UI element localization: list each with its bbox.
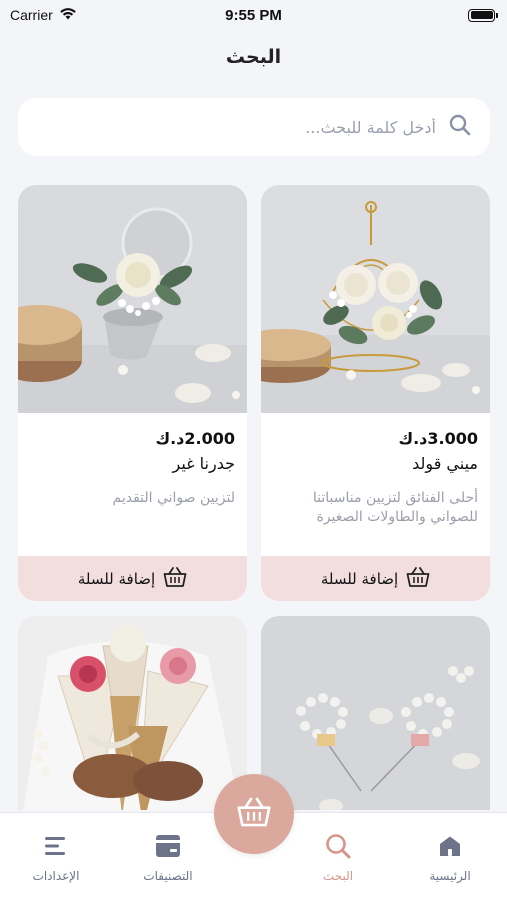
battery-icon bbox=[468, 8, 498, 22]
search-icon[interactable] bbox=[448, 113, 472, 141]
carrier-label: Carrier bbox=[10, 7, 53, 23]
tab-categories-label: التصنيفات bbox=[143, 869, 193, 883]
product-card[interactable] bbox=[18, 616, 247, 810]
product-price: 3.000د.ك bbox=[398, 429, 478, 448]
add-to-cart-label: إضافة للسلة bbox=[320, 569, 399, 588]
product-name: جدرنا غير bbox=[172, 454, 235, 473]
page-title: البحث bbox=[225, 46, 282, 68]
product-card[interactable]: 2.000د.ك جدرنا غير لتزيين صواني التقديم … bbox=[18, 185, 247, 601]
tab-search-label: البحث bbox=[322, 869, 354, 883]
settings-icon bbox=[6, 831, 106, 861]
product-info: 3.000د.ك ميني قولد أحلى الفنائق لتزيين م… bbox=[261, 413, 490, 556]
status-bar: Carrier 9:55 PM bbox=[0, 0, 507, 30]
tab-home-label: الرئيسية bbox=[429, 869, 471, 883]
basket-icon bbox=[163, 566, 187, 592]
basket-icon bbox=[236, 796, 272, 832]
product-description: أحلى الفنائق لتزيين مناسباتنا للصواني وا… bbox=[312, 490, 478, 525]
product-price: 2.000د.ك bbox=[155, 429, 235, 448]
product-info: 2.000د.ك جدرنا غير لتزيين صواني التقديم bbox=[18, 413, 247, 556]
categories-icon bbox=[118, 831, 218, 861]
product-image[interactable] bbox=[261, 185, 490, 413]
wifi-icon bbox=[59, 7, 77, 23]
product-image[interactable] bbox=[261, 616, 490, 810]
add-to-cart-button[interactable]: إضافة للسلة bbox=[261, 556, 490, 601]
product-description: لتزيين صواني التقديم bbox=[112, 490, 236, 506]
basket-icon bbox=[406, 566, 430, 592]
product-image[interactable] bbox=[18, 185, 247, 413]
search-input[interactable] bbox=[36, 117, 436, 137]
tab-settings[interactable]: الإعدادات bbox=[6, 831, 106, 883]
home-icon bbox=[400, 831, 500, 861]
product-card[interactable] bbox=[261, 616, 490, 810]
product-name: ميني قولد bbox=[412, 454, 478, 473]
product-grid: 3.000د.ك ميني قولد أحلى الفنائق لتزيين م… bbox=[18, 185, 490, 810]
product-image[interactable] bbox=[18, 616, 247, 810]
add-to-cart-button[interactable]: إضافة للسلة bbox=[18, 556, 247, 601]
tab-settings-label: الإعدادات bbox=[32, 869, 80, 883]
tab-search[interactable]: البحث bbox=[288, 831, 388, 883]
tab-categories[interactable]: التصنيفات bbox=[118, 831, 218, 883]
search-icon bbox=[288, 831, 388, 861]
status-left: Carrier bbox=[10, 7, 77, 23]
product-card[interactable]: 3.000د.ك ميني قولد أحلى الفنائق لتزيين م… bbox=[261, 185, 490, 601]
add-to-cart-label: إضافة للسلة bbox=[77, 569, 156, 588]
search-bar[interactable] bbox=[18, 98, 490, 156]
cart-button[interactable] bbox=[214, 774, 294, 854]
tab-home[interactable]: الرئيسية bbox=[400, 831, 500, 883]
